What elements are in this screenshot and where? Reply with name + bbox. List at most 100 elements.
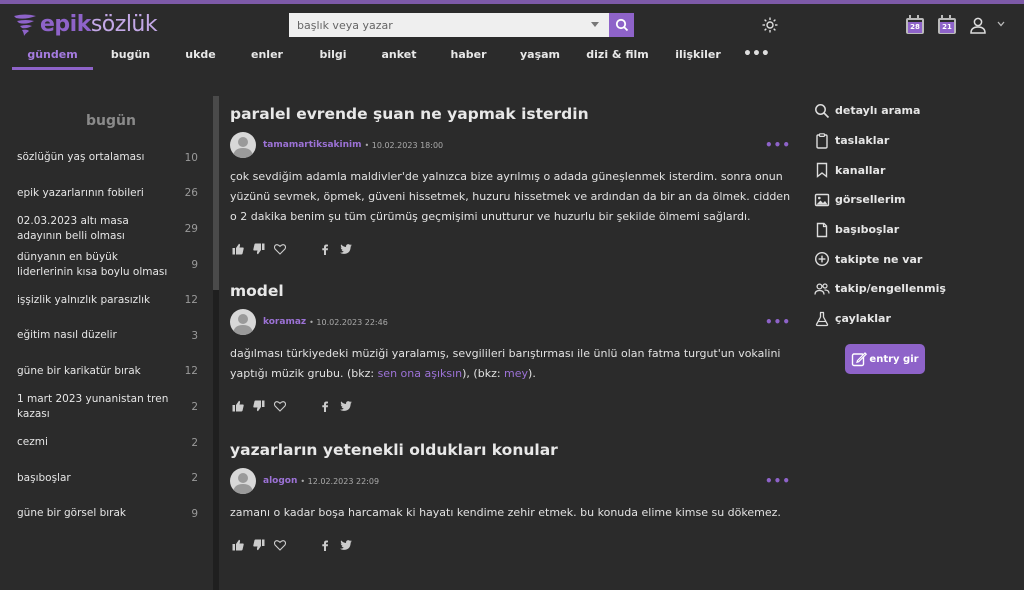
sidebar-item[interactable]: 1 mart 2023 yunanistan tren kazası 2 [12, 389, 210, 425]
entry-body: çok sevdiğim adamla maldivler'de yalnızc… [230, 170, 791, 223]
calendar-button[interactable]: 28 [906, 15, 924, 35]
entry-actions [230, 391, 795, 421]
document-icon [816, 222, 828, 237]
facebook-share-button[interactable] [317, 242, 333, 256]
menu-item-follow-blocked[interactable]: takip/engellenmiş [814, 274, 1014, 304]
sidebar-item-label: epik yazarlarının fobileri [17, 186, 144, 199]
entry-date[interactable]: • 10.02.2023 18:00 [364, 141, 443, 150]
thumbs-down-icon [253, 400, 265, 412]
topic-title[interactable]: paralel evrende şuan ne yapmak isterdin [230, 96, 795, 130]
downvote-button[interactable] [251, 399, 267, 413]
tab-ukde[interactable]: ukde [168, 44, 233, 70]
menu-item-detailed-search[interactable]: detaylı arama [814, 96, 1014, 126]
logo[interactable]: epik sözlük [12, 10, 158, 38]
sidebar-scrollbar[interactable] [213, 96, 219, 590]
sidebar-item[interactable]: güne bir görsel bırak 9 [12, 496, 210, 532]
entry-menu-button[interactable]: ••• [765, 315, 791, 329]
bkz-link[interactable]: sen ona aşıksın [378, 367, 463, 380]
upvote-button[interactable] [230, 538, 246, 552]
topic-title[interactable]: model [230, 273, 795, 307]
bkz-link[interactable]: mey [504, 367, 528, 380]
menu-item-my-images[interactable]: görsellerim [814, 185, 1014, 215]
main-feed: paralel evrende şuan ne yapmak isterdin … [230, 96, 795, 572]
favorite-button[interactable] [272, 242, 288, 256]
more-tabs-button[interactable]: ••• [737, 44, 770, 70]
avatar-placeholder-icon [233, 137, 253, 158]
facebook-share-button[interactable] [317, 538, 333, 552]
chevron-down-icon[interactable] [997, 21, 1005, 27]
tab-anket[interactable]: anket [365, 44, 433, 70]
search-button[interactable] [609, 13, 634, 37]
downvote-button[interactable] [251, 242, 267, 256]
sidebar-item-label: eğitim nasıl düzelir [17, 329, 117, 342]
menu-item-label: detaylı arama [835, 104, 921, 118]
downvote-button[interactable] [251, 538, 267, 552]
menu-item-rookies[interactable]: çaylaklar [814, 304, 1014, 334]
entry-meta: tamamartiksakinim • 10.02.2023 18:00 ••• [230, 130, 795, 160]
menu-item-label: kanallar [835, 163, 886, 177]
sidebar-item-count: 3 [191, 329, 198, 342]
facebook-icon [322, 540, 328, 551]
favorite-button[interactable] [272, 538, 288, 552]
sidebar-item[interactable]: başıboşlar 2 [12, 460, 210, 496]
sidebar-item[interactable]: dünyanın en büyük liderlerinin kısa boyl… [12, 247, 210, 283]
tab-dizi-film[interactable]: dizi & film [576, 44, 659, 70]
sidebar-title: bugün [86, 113, 136, 129]
upvote-button[interactable] [230, 399, 246, 413]
edit-icon [852, 352, 868, 367]
menu-item-label: görsellerim [835, 193, 906, 207]
search-icon [815, 103, 830, 118]
sidebar-item[interactable]: epik yazarlarının fobileri 26 [12, 176, 210, 212]
twitter-share-button[interactable] [338, 538, 354, 552]
logo-suffix: sözlük [90, 11, 158, 37]
sidebar-item[interactable]: güne bir karikatür bırak 12 [12, 354, 210, 390]
author-link[interactable]: koramaz [263, 317, 306, 327]
sidebar-item[interactable]: sözlüğün yaş ortalaması 10 [12, 140, 210, 176]
entry-date[interactable]: • 12.02.2023 22:09 [300, 477, 379, 486]
sidebar-item-label: sözlüğün yaş ortalaması [17, 151, 145, 164]
menu-item-unattended[interactable]: başıboşlar [814, 215, 1014, 245]
facebook-share-button[interactable] [317, 399, 333, 413]
sidebar-item[interactable]: işşizlik yalnızlık parasızlık 12 [12, 282, 210, 318]
twitter-share-button[interactable] [338, 399, 354, 413]
entry-menu-button[interactable]: ••• [765, 138, 791, 152]
search-bar [289, 13, 634, 37]
sidebar-item[interactable]: 02.03.2023 altı masa adayının belli olma… [12, 211, 210, 247]
sidebar-item[interactable]: eğitim nasıl düzelir 3 [12, 318, 210, 354]
author-link[interactable]: alogon [263, 476, 297, 486]
author-link[interactable]: tamamartiksakinim [263, 140, 361, 150]
menu-item-channels[interactable]: kanallar [814, 155, 1014, 185]
search-input[interactable] [289, 13, 609, 37]
menu-item-drafts[interactable]: taslaklar [814, 126, 1014, 156]
user-icon[interactable] [969, 16, 987, 34]
avatar[interactable] [230, 132, 256, 158]
topic-card: paralel evrende şuan ne yapmak isterdin … [230, 96, 795, 273]
tab-bugun[interactable]: bugün [93, 44, 168, 70]
scrollbar-thumb[interactable] [213, 96, 219, 290]
topic-title[interactable]: yazarların yetenekli oldukları konular [230, 432, 795, 466]
calendar-button[interactable]: 21 [938, 15, 956, 35]
twitter-share-button[interactable] [338, 242, 354, 256]
favorite-button[interactable] [272, 399, 288, 413]
sidebar-item-label: dünyanın en büyük liderlerinin kısa boyl… [17, 250, 168, 278]
avatar[interactable] [230, 309, 256, 335]
menu-item-following-feed[interactable]: takipte ne var [814, 244, 1014, 274]
avatar[interactable] [230, 468, 256, 494]
facebook-icon [322, 244, 328, 255]
menu-item-label: başıboşlar [835, 223, 900, 237]
tab-iliskiler[interactable]: ilişkiler [659, 44, 737, 70]
sidebar-item[interactable]: cezmi 2 [12, 425, 210, 461]
entry-date[interactable]: • 10.02.2023 22:46 [309, 318, 388, 327]
calendar-badge: 21 [940, 22, 954, 33]
upvote-button[interactable] [230, 242, 246, 256]
tab-haber[interactable]: haber [433, 44, 504, 70]
tab-yasam[interactable]: yaşam [504, 44, 576, 70]
tab-gundem[interactable]: gündem [12, 44, 93, 70]
chevron-down-icon[interactable] [591, 22, 599, 27]
new-entry-button[interactable]: entry gir [845, 344, 925, 374]
sun-icon[interactable] [762, 17, 778, 33]
tab-bilgi[interactable]: bilgi [301, 44, 365, 70]
entry-menu-button[interactable]: ••• [765, 474, 791, 488]
sidebar-item-count: 9 [191, 258, 198, 271]
tab-enler[interactable]: enler [233, 44, 301, 70]
